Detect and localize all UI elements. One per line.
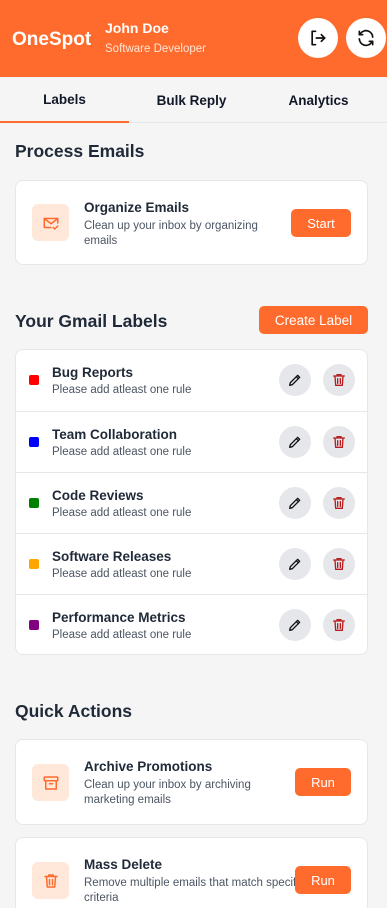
user-role: Software Developer (105, 43, 206, 55)
gmail-labels-title: Your Gmail Labels (15, 311, 168, 331)
label-row: Bug Reports Please add atleast one rule (16, 350, 367, 411)
labels-list: Bug Reports Please add atleast one rule … (15, 349, 368, 655)
archive-icon (43, 775, 58, 790)
label-color-swatch (29, 620, 39, 630)
trash-icon (333, 558, 345, 570)
create-label-button[interactable]: Create Label (259, 306, 368, 334)
pencil-icon (289, 374, 301, 386)
organize-icon-box (32, 204, 69, 241)
label-name: Performance Metrics (52, 610, 186, 625)
archive-promotions-title: Archive Promotions (84, 759, 213, 774)
brand-logo: OneSpot (12, 29, 92, 50)
label-color-swatch (29, 375, 39, 385)
organize-emails-card: Organize Emails Clean up your inbox by o… (15, 180, 368, 265)
delete-label-button[interactable] (323, 364, 355, 396)
trash-icon (333, 436, 345, 448)
edit-label-button[interactable] (279, 426, 311, 458)
run-archive-button[interactable]: Run (295, 768, 351, 796)
edit-label-button[interactable] (279, 487, 311, 519)
label-subtitle: Please add atleast one rule (52, 384, 192, 396)
edit-label-button[interactable] (279, 548, 311, 580)
logout-button[interactable] (298, 18, 338, 58)
mass-delete-desc: Remove multiple emails that match specif… (84, 877, 305, 904)
organize-emails-desc: Clean up your inbox by organizing emails (84, 220, 258, 247)
refresh-button[interactable] (346, 18, 386, 58)
label-row: Team Collaboration Please add atleast on… (16, 411, 367, 472)
label-name: Bug Reports (52, 365, 133, 380)
label-row: Software Releases Please add atleast one… (16, 533, 367, 594)
label-subtitle: Please add atleast one rule (52, 507, 192, 519)
label-name: Software Releases (52, 549, 172, 564)
label-subtitle: Please add atleast one rule (52, 629, 192, 641)
label-row: Performance Metrics Please add atleast o… (16, 594, 367, 655)
mass-delete-icon-box (32, 862, 69, 899)
tab-analytics[interactable]: Analytics (254, 77, 383, 123)
app-header: OneSpot John Doe Software Developer (0, 0, 387, 77)
trash-icon (333, 497, 345, 509)
tab-bulk-reply[interactable]: Bulk Reply (127, 77, 256, 123)
archive-promotions-card: Archive Promotions Clean up your inbox b… (15, 739, 368, 825)
label-row: Code Reviews Please add atleast one rule (16, 472, 367, 533)
archive-icon-box (32, 764, 69, 801)
mass-delete-card: Mass Delete Remove multiple emails that … (15, 837, 368, 908)
label-name: Code Reviews (52, 488, 144, 503)
label-color-swatch (29, 437, 39, 447)
label-subtitle: Please add atleast one rule (52, 568, 192, 580)
mass-delete-title: Mass Delete (84, 857, 163, 872)
label-name: Team Collaboration (52, 427, 178, 442)
logout-icon (311, 30, 326, 46)
label-color-swatch (29, 559, 39, 569)
user-name: John Doe (105, 20, 169, 36)
archive-promotions-desc: Clean up your inbox by archiving marketi… (84, 779, 251, 806)
process-emails-title: Process Emails (15, 141, 145, 161)
delete-label-button[interactable] (323, 426, 355, 458)
run-mass-delete-button[interactable]: Run (295, 866, 351, 894)
pencil-icon (289, 558, 301, 570)
pencil-icon (289, 619, 301, 631)
delete-label-button[interactable] (323, 548, 355, 580)
trash-icon (333, 619, 345, 631)
pencil-icon (289, 436, 301, 448)
label-color-swatch (29, 498, 39, 508)
trash-icon (333, 374, 345, 386)
quick-actions-title: Quick Actions (15, 701, 133, 721)
label-subtitle: Please add atleast one rule (52, 446, 192, 458)
organize-emails-title: Organize Emails (84, 200, 190, 215)
trash-icon (43, 873, 58, 888)
delete-label-button[interactable] (323, 487, 355, 519)
edit-label-button[interactable] (279, 364, 311, 396)
delete-label-button[interactable] (323, 609, 355, 641)
refresh-icon (358, 29, 374, 47)
pencil-icon (289, 497, 301, 509)
mail-check-icon (43, 217, 58, 230)
tab-bar: Labels Bulk Reply Analytics (0, 77, 387, 123)
tab-labels[interactable]: Labels (0, 77, 129, 123)
edit-label-button[interactable] (279, 609, 311, 641)
start-button[interactable]: Start (291, 209, 351, 237)
